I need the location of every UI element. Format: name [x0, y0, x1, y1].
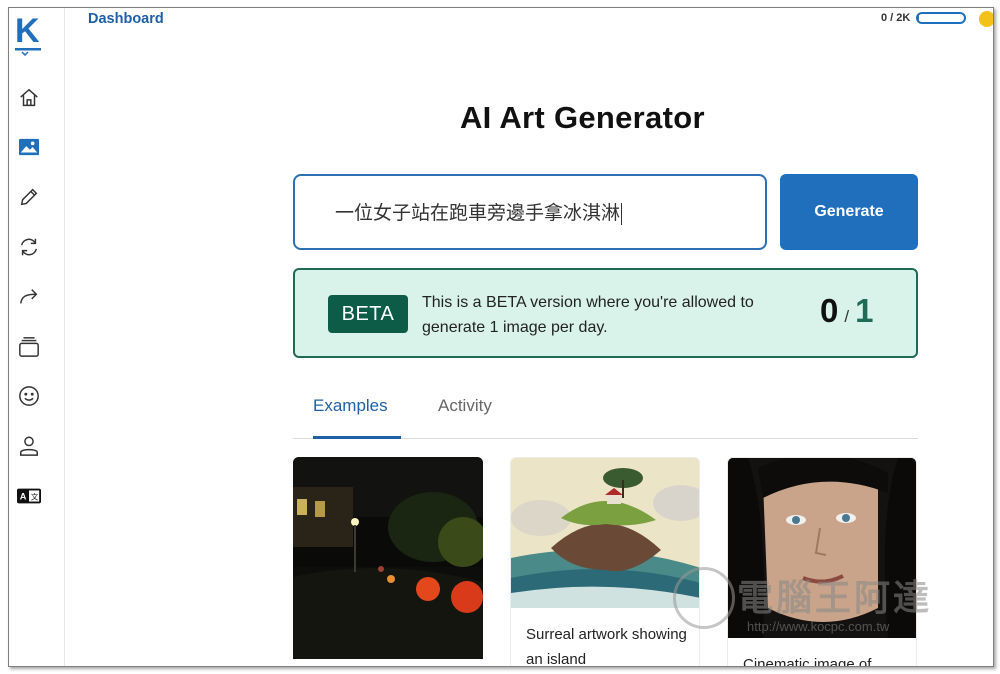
user-icon[interactable]: [17, 434, 41, 458]
page-breadcrumb[interactable]: Dashboard: [88, 11, 164, 27]
app-window: K A文 Dashboard 0 / 2K AI Art Generator 一…: [8, 7, 994, 667]
smiley-icon[interactable]: [17, 384, 41, 408]
quota-progress-bar: [916, 12, 967, 24]
app-logo[interactable]: K: [13, 12, 45, 56]
page-title: AI Art Generator: [460, 100, 705, 135]
svg-text:文: 文: [31, 493, 39, 502]
usage-total: 1: [855, 292, 874, 329]
refresh-icon[interactable]: [17, 235, 41, 259]
daily-usage-counter: 0 / 1: [820, 292, 873, 330]
coin-icon[interactable]: [979, 11, 993, 27]
text-caret: [621, 202, 623, 225]
beta-message: This is a BETA version where you're allo…: [422, 294, 754, 336]
sidebar: K A文: [9, 8, 65, 666]
home-icon[interactable]: [17, 86, 41, 110]
generate-button[interactable]: Generate: [780, 174, 918, 250]
tab-bar: Examples Activity: [293, 393, 918, 439]
quota-text: 0 / 2K: [881, 12, 911, 24]
usage-used: 0: [820, 292, 839, 329]
svg-text:K: K: [15, 12, 40, 50]
mascot-icon: [673, 567, 735, 629]
watermark-text: 電腦王阿達: [737, 578, 933, 619]
image-icon[interactable]: [17, 135, 41, 159]
beta-badge: BETA: [328, 295, 408, 333]
beta-notice: BETA This is a BETA version where you're…: [293, 268, 918, 358]
usage-separator: /: [844, 307, 850, 326]
prompt-input[interactable]: 一位女子站在跑車旁邊手拿冰淇淋: [293, 174, 767, 250]
example-image-night-garden: [293, 457, 483, 659]
translate-icon[interactable]: A文: [17, 484, 41, 508]
watermark-url: http://www.kocpc.com.tw: [747, 619, 890, 634]
share-icon[interactable]: [17, 285, 41, 309]
watermark: 電腦王阿達 http://www.kocpc.com.tw: [669, 563, 969, 643]
credit-quota: 0 / 2K: [881, 12, 967, 24]
active-tab-indicator: [313, 436, 401, 439]
example-card[interactable]: [293, 457, 483, 666]
example-caption: Cinematic image of: [743, 656, 872, 667]
pencil-icon[interactable]: [17, 185, 41, 209]
collection-icon[interactable]: [17, 335, 41, 359]
svg-text:A: A: [20, 492, 27, 502]
prompt-input-value: 一位女子站在跑車旁邊手拿冰淇淋: [335, 203, 621, 224]
tab-activity[interactable]: Activity: [438, 396, 492, 416]
quota-progress-fill: [918, 14, 920, 22]
tab-examples[interactable]: Examples: [313, 396, 388, 416]
